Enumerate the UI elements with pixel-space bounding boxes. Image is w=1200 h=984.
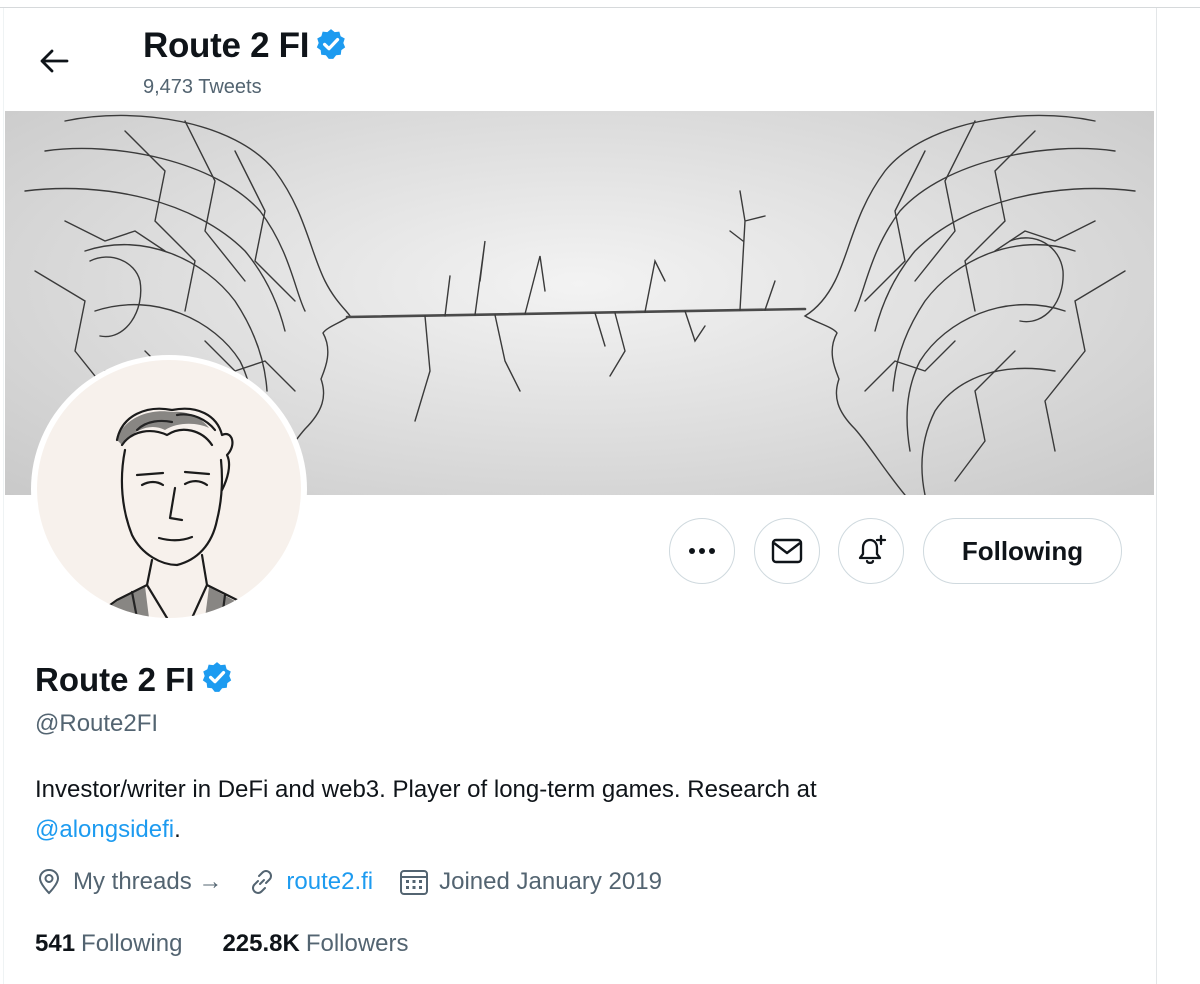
location-text: My threads → bbox=[73, 868, 223, 895]
avatar-image bbox=[37, 360, 301, 618]
tweet-count: 9,473 Tweets bbox=[143, 76, 262, 98]
link-icon bbox=[252, 870, 273, 894]
arrow-left-icon bbox=[40, 49, 69, 73]
profile-stats: 541 Following 225.8K Followers bbox=[35, 930, 449, 958]
profile-handle: @Route2FI bbox=[35, 710, 159, 737]
more-options-button[interactable] bbox=[669, 518, 735, 584]
location-item: My threads → bbox=[35, 868, 222, 896]
followers-count: 225.8K bbox=[222, 930, 300, 957]
message-button[interactable] bbox=[754, 518, 820, 584]
back-button[interactable] bbox=[28, 40, 80, 82]
following-count: 541 bbox=[35, 930, 76, 957]
following-button[interactable]: Following bbox=[923, 518, 1122, 584]
profile-page: Route 2 FI 9,473 Tweets Following Route … bbox=[0, 0, 1200, 984]
followers-stat-link[interactable]: 225.8K Followers bbox=[222, 930, 408, 958]
notifications-button[interactable] bbox=[838, 518, 904, 584]
joined-text: Joined January 2019 bbox=[439, 868, 662, 895]
followers-label: Followers bbox=[305, 930, 409, 957]
top-divider bbox=[0, 7, 1200, 8]
more-dots-icon bbox=[689, 548, 715, 554]
verified-badge-icon bbox=[200, 660, 234, 699]
verified-badge-icon bbox=[314, 27, 348, 66]
header-name: Route 2 FI bbox=[143, 26, 310, 65]
calendar-icon bbox=[400, 870, 429, 895]
location-pin-icon bbox=[38, 868, 60, 895]
profile-name: Route 2 FI bbox=[35, 660, 234, 699]
website-link[interactable]: route2.fi bbox=[286, 868, 373, 896]
avatar[interactable] bbox=[31, 355, 307, 623]
bio-mention-link[interactable]: @alongsidefi bbox=[35, 816, 174, 843]
profile-meta: My threads → route2.fi Joined January 20… bbox=[35, 868, 688, 896]
following-label: Following bbox=[81, 930, 183, 957]
right-divider bbox=[1156, 8, 1157, 984]
left-divider bbox=[3, 8, 4, 984]
joined-item: Joined January 2019 bbox=[399, 868, 662, 896]
profile-display-name: Route 2 FI bbox=[35, 660, 195, 698]
mail-icon bbox=[771, 538, 803, 564]
header-title: Route 2 FI bbox=[143, 26, 348, 66]
following-stat-link[interactable]: 541 Following bbox=[35, 930, 182, 958]
bio-text: Investor/writer in DeFi and web3. Player… bbox=[35, 776, 817, 803]
bio-end: . bbox=[174, 816, 181, 843]
website-item: route2.fi bbox=[248, 868, 373, 896]
profile-bio: Investor/writer in DeFi and web3. Player… bbox=[35, 770, 1115, 850]
bell-plus-icon bbox=[858, 534, 887, 565]
